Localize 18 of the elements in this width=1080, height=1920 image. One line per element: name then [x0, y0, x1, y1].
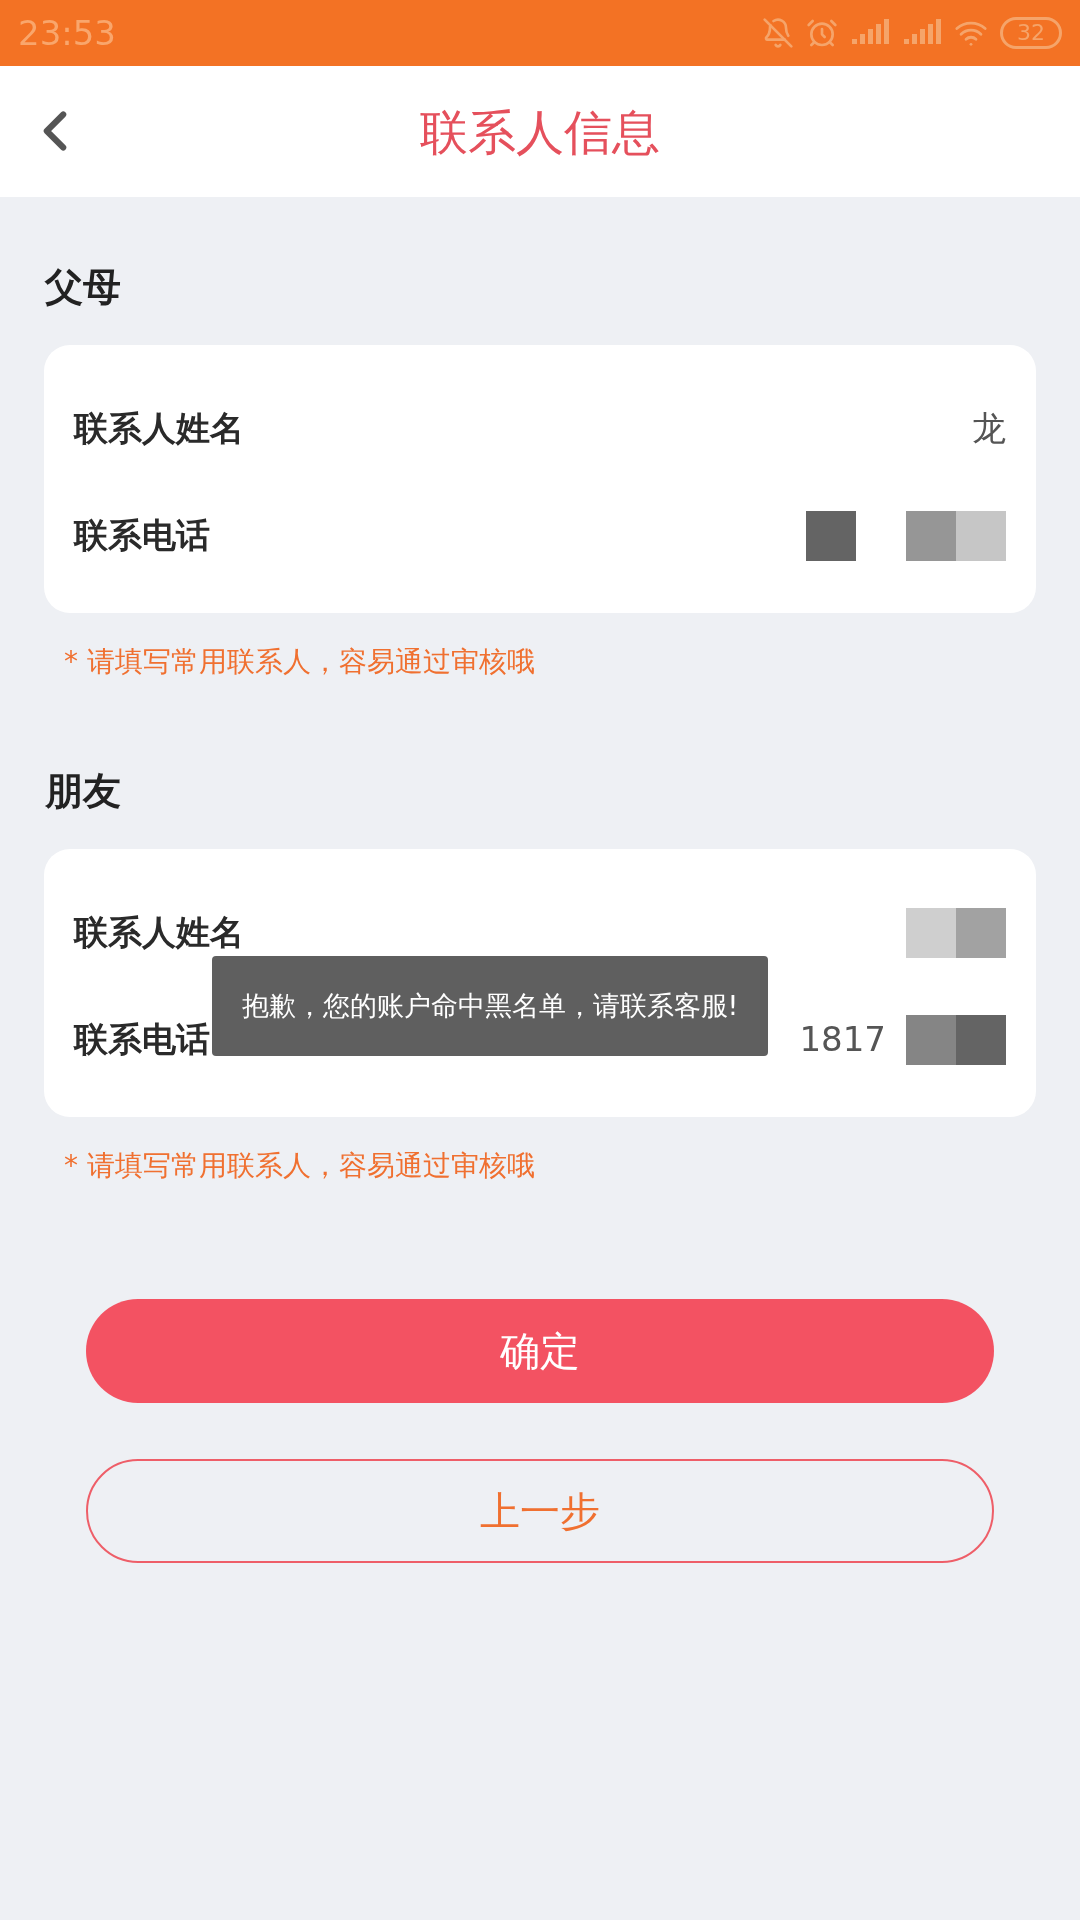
hint-text: * 请填写常用联系人，容易通过审核哦 [64, 644, 536, 680]
alarm-clock-icon [806, 17, 838, 49]
field-value: 龙 [972, 407, 1006, 450]
previous-step-button[interactable]: 上一步 [86, 1459, 994, 1563]
field-label: 联系人姓名 [74, 407, 244, 450]
page-title: 联系人信息 [420, 102, 660, 162]
section-title: 父母 [45, 264, 122, 311]
field-label: 联系电话 [74, 514, 210, 557]
confirm-button[interactable]: 确定 [86, 1299, 994, 1403]
toast-message: 抱歉，您的账户命中黑名单，请联系客服! [212, 956, 768, 1056]
battery-indicator: 32 [1000, 17, 1062, 49]
status-time: 23:53 [18, 11, 116, 55]
field-value: 1817 [799, 1018, 886, 1061]
field-label: 联系电话 [74, 1018, 210, 1061]
field-label: 联系人姓名 [74, 911, 244, 954]
hint-text: * 请填写常用联系人，容易通过审核哦 [64, 1148, 536, 1184]
bell-off-icon [762, 17, 794, 49]
section-title: 朋友 [45, 768, 122, 815]
